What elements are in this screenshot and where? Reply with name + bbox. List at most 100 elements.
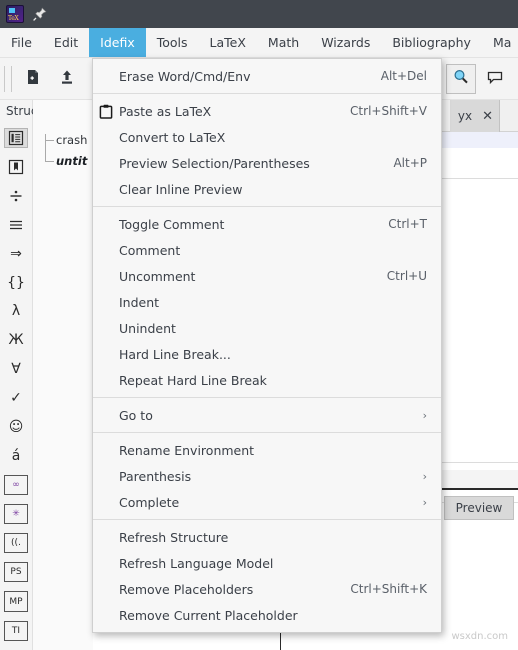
metapost-icon[interactable]: MP	[4, 591, 28, 612]
menu-item-label: Complete	[119, 494, 180, 510]
smiley-icon[interactable]: ☺	[4, 417, 28, 437]
menu-item-label: Preview Selection/Parentheses	[119, 155, 310, 171]
menu-tools[interactable]: Tools	[146, 28, 199, 57]
menu-item-complete[interactable]: Complete ›	[93, 489, 441, 515]
menu-item-label: Repeat Hard Line Break	[119, 372, 267, 388]
menu-bar: File Edit Idefix Tools LaTeX Math Wizard…	[0, 28, 518, 58]
menu-item-shortcut: Ctrl+T	[388, 217, 427, 231]
menu-item-label: Unindent	[119, 320, 176, 336]
menu-macros[interactable]: Ma	[482, 28, 518, 57]
menu-latex[interactable]: LaTeX	[199, 28, 257, 57]
menu-item-label: Refresh Structure	[119, 529, 229, 545]
parenthesis-icon[interactable]: ((.	[4, 533, 28, 554]
menu-item-shortcut: Alt+Del	[380, 69, 427, 83]
fraction-icon[interactable]	[4, 186, 28, 206]
new-file-button[interactable]	[18, 64, 48, 94]
braces-icon[interactable]: {}	[4, 273, 28, 293]
menu-item-erase-word-cmd-env[interactable]: Erase Word/Cmd/Env Alt+Del	[93, 63, 441, 89]
tree-connector-vertical	[45, 134, 46, 161]
structure-list-icon[interactable]	[4, 128, 28, 149]
watermark: wsxdn.com	[451, 631, 508, 642]
menu-item-label: Uncomment	[119, 268, 196, 284]
asterisk-icon[interactable]: ✳	[4, 503, 28, 525]
menu-latex-label: LaTeX	[209, 35, 246, 50]
title-bar	[0, 0, 518, 28]
menu-item-hard-line-break[interactable]: Hard Line Break...	[93, 341, 441, 367]
menu-item-comment[interactable]: Comment	[93, 237, 441, 263]
menu-separator	[93, 432, 441, 433]
lambda-icon[interactable]: λ	[4, 302, 28, 322]
menu-separator	[93, 519, 441, 520]
menu-item-label: Go to	[119, 407, 153, 423]
menu-item-unindent[interactable]: Unindent	[93, 315, 441, 341]
menu-item-label: Clear Inline Preview	[119, 181, 243, 197]
tree-item-untitled[interactable]: untit	[56, 154, 87, 168]
menu-item-label: Paste as LaTeX	[119, 103, 212, 119]
menu-separator	[93, 206, 441, 207]
forall-icon[interactable]: ∀	[4, 359, 28, 379]
menu-edit[interactable]: Edit	[43, 28, 89, 57]
menu-item-label: Comment	[119, 242, 181, 258]
postscript-icon[interactable]: PS	[4, 562, 28, 583]
menu-wizards[interactable]: Wizards	[310, 28, 381, 57]
menu-math[interactable]: Math	[257, 28, 310, 57]
search-button[interactable]	[446, 64, 476, 94]
menu-item-uncomment[interactable]: Uncomment Ctrl+U	[93, 263, 441, 289]
tab-document[interactable]: yx ✕	[449, 100, 500, 132]
menu-item-toggle-comment[interactable]: Toggle Comment Ctrl+T	[93, 211, 441, 237]
menu-bibliography[interactable]: Bibliography	[381, 28, 482, 57]
menu-idefix-label: Idefix	[100, 35, 135, 50]
bookmark-icon[interactable]	[4, 157, 28, 177]
menu-separator	[93, 397, 441, 398]
pin-icon[interactable]	[32, 6, 48, 22]
menu-item-refresh-structure[interactable]: Refresh Structure	[93, 524, 441, 550]
menu-item-label: Refresh Language Model	[119, 555, 274, 571]
menu-edit-label: Edit	[53, 35, 79, 50]
menu-idefix[interactable]: Idefix	[89, 28, 146, 57]
menu-item-label: Hard Line Break...	[119, 346, 231, 362]
application-window: File Edit Idefix Tools LaTeX Math Wizard…	[0, 0, 518, 650]
lines-icon[interactable]	[4, 215, 28, 235]
latex-app-icon	[6, 5, 24, 23]
accent-a-icon[interactable]: á	[4, 446, 28, 466]
checkmark-icon[interactable]: ✓	[4, 388, 28, 408]
menu-item-label: Remove Placeholders	[119, 581, 254, 597]
menu-item-clear-inline-preview[interactable]: Clear Inline Preview	[93, 176, 441, 202]
menu-item-paste-as-latex[interactable]: Paste as LaTeX Ctrl+Shift+V	[93, 98, 441, 124]
menu-item-rename-environment[interactable]: Rename Environment	[93, 437, 441, 463]
open-file-button[interactable]	[52, 64, 82, 94]
menu-item-label: Rename Environment	[119, 442, 255, 458]
close-icon[interactable]: ✕	[482, 109, 493, 124]
menu-item-indent[interactable]: Indent	[93, 289, 441, 315]
cyrillic-zhe-icon[interactable]: Ж	[4, 330, 28, 350]
menu-item-preview-selection-parentheses[interactable]: Preview Selection/Parentheses Alt+P	[93, 150, 441, 176]
menu-wizards-label: Wizards	[321, 35, 371, 50]
menu-item-repeat-hard-line-break[interactable]: Repeat Hard Line Break	[93, 367, 441, 393]
infinity-icon[interactable]: ∞	[4, 474, 28, 495]
tikz-icon[interactable]: TI	[4, 620, 28, 641]
menu-item-convert-to-latex[interactable]: Convert to LaTeX	[93, 124, 441, 150]
menu-item-label: Indent	[119, 294, 160, 310]
open-file-icon	[58, 68, 76, 90]
menu-item-go-to[interactable]: Go to ›	[93, 402, 441, 428]
menu-item-shortcut: Ctrl+U	[386, 269, 427, 283]
chevron-right-icon: ›	[422, 495, 427, 509]
tree-item-crash[interactable]: crash	[56, 133, 87, 147]
toolbar-grip[interactable]	[4, 65, 12, 92]
menu-item-parenthesis[interactable]: Parenthesis ›	[93, 463, 441, 489]
comment-button[interactable]	[480, 64, 510, 94]
toolbar-right-group	[444, 64, 512, 94]
menu-item-label: Erase Word/Cmd/Env	[119, 68, 251, 84]
left-icon-rail: ⇒ {} λ Ж ∀ ✓ ☺ á ∞ ✳ ((. PS MP TI	[0, 100, 33, 650]
menu-item-label: Remove Current Placeholder	[119, 607, 298, 623]
menu-item-refresh-language-model[interactable]: Refresh Language Model	[93, 550, 441, 576]
speech-bubble-icon	[486, 68, 504, 90]
implies-arrow-icon[interactable]: ⇒	[4, 244, 28, 264]
menu-file[interactable]: File	[0, 28, 43, 57]
new-file-icon	[24, 68, 42, 90]
idefix-dropdown-menu: Erase Word/Cmd/Env Alt+Del Paste as LaTe…	[92, 58, 442, 633]
preview-button[interactable]: Preview	[444, 496, 514, 520]
menu-item-remove-current-placeholder[interactable]: Remove Current Placeholder	[93, 602, 441, 628]
menu-item-shortcut: Alt+P	[393, 156, 427, 170]
menu-item-remove-placeholders[interactable]: Remove Placeholders Ctrl+Shift+K	[93, 576, 441, 602]
